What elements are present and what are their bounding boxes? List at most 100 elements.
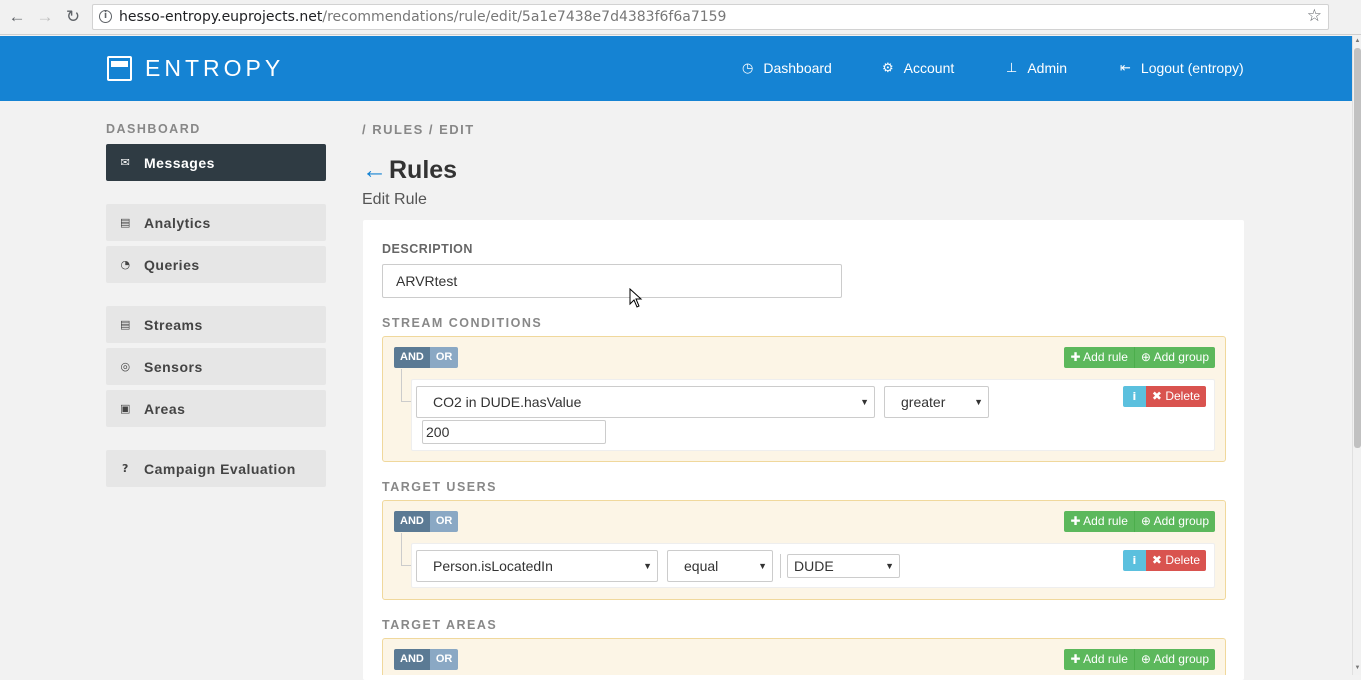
browser-toolbar: ← → ↻ i hesso-entropy.euprojects.net/rec… [0,0,1361,35]
target-icon: ◎ [120,360,131,373]
target-users-label: TARGET USERS [382,480,497,494]
nav-dashboard-link[interactable]: ◷ Dashboard [742,60,832,76]
logo-text: ENTROPY [145,55,285,81]
description-input[interactable]: ARVRtest [382,264,842,298]
stream-value-input[interactable]: 200 [422,420,606,444]
mouse-cursor-icon [629,288,643,308]
info-icon[interactable]: i [1122,386,1146,407]
and-button[interactable]: AND [394,511,430,532]
chevron-down-icon: ▼ [860,397,869,407]
group-actions: ✚ Add rule ⊕ Add group [1064,347,1215,368]
value-separator [780,554,781,578]
envelope-icon: ✉ [120,156,131,169]
logout-icon: ⇤ [1120,60,1131,76]
and-button[interactable]: AND [394,649,430,670]
delete-rule-button[interactable]: ✖ Delete [1145,386,1206,407]
sidebar-item-campaign-evaluation[interactable]: ? Campaign Evaluation [106,450,326,487]
sidebar-item-streams[interactable]: ▤ Streams [106,306,326,343]
add-group-button[interactable]: ⊕ Add group [1134,347,1215,368]
nav-admin-label: Admin [1027,60,1068,76]
sidebar-item-analytics[interactable]: ▤ Analytics [106,204,326,241]
delete-rule-button[interactable]: ✖ Delete [1145,550,1206,571]
pin-icon: ⊥ [1006,60,1018,76]
sidebar-item-queries[interactable]: ◔ Queries [106,246,326,283]
bar-chart-icon: ▤ [120,216,131,229]
rule-actions: i ✖ Delete [1122,550,1206,571]
and-or-toggle: AND OR [394,649,459,670]
description-label: DESCRIPTION [382,242,473,256]
back-arrow-icon[interactable]: ← [6,6,28,28]
app-header: ENTROPY ◷ Dashboard ⚙ Account ⊥ Admin ⇤ … [0,36,1352,101]
sidebar-item-label: Messages [144,154,215,171]
users-rule-row: Person.isLocatedIn ▼ equal ▼ DUDE ▼ i ✖ Del… [411,543,1215,588]
and-button[interactable]: AND [394,347,430,368]
stream-conditions-group: AND OR ✚ Add rule ⊕ Add group CO2 in DUD… [382,336,1226,462]
target-areas-label: TARGET AREAS [382,618,498,632]
pie-chart-icon: ◔ [120,258,131,271]
nav-dashboard-label: Dashboard [763,60,832,76]
logo-icon [107,56,132,81]
group-actions: ✚ Add rule ⊕ Add group [1064,649,1215,670]
nav-account-link[interactable]: ⚙ Account [882,60,954,76]
stream-operator-select[interactable]: greater ▼ [884,386,989,418]
info-icon[interactable]: i [1122,550,1146,571]
breadcrumb: / RULES / EDIT [362,122,475,137]
forward-arrow-icon[interactable]: → [34,6,56,28]
target-users-group: AND OR ✚ Add rule ⊕ Add group Person.isL… [382,500,1226,600]
image-icon: ▣ [120,402,131,415]
sidebar-item-label: Sensors [144,358,203,375]
stream-conditions-label: STREAM CONDITIONS [382,316,543,330]
sidebar-item-messages[interactable]: ✉ Messages [106,144,326,181]
back-arrow-link[interactable]: ← [362,156,387,184]
users-value-select[interactable]: DUDE ▼ [787,554,900,578]
or-button[interactable]: OR [429,649,459,670]
chevron-down-icon: ▼ [974,397,983,407]
gear-icon: ⚙ [882,60,894,76]
stream-field-select[interactable]: CO2 in DUDE.hasValue ▼ [416,386,875,418]
add-group-button[interactable]: ⊕ Add group [1134,511,1215,532]
address-bar[interactable]: i hesso-entropy.euprojects.net/recommend… [92,4,1329,30]
rule-actions: i ✖ Delete [1122,386,1206,407]
scroll-up-icon[interactable]: ▲ [1354,38,1361,46]
and-or-toggle: AND OR [394,347,459,368]
nav-logout-label: Logout (entropy) [1140,60,1244,76]
target-areas-group: AND OR ✚ Add rule ⊕ Add group [382,638,1226,675]
group-actions: ✚ Add rule ⊕ Add group [1064,511,1215,532]
add-rule-button[interactable]: ✚ Add rule [1064,347,1135,368]
sidebar-heading: DASHBOARD [106,122,201,136]
question-icon: ? [122,462,129,475]
sidebar-item-label: Queries [144,256,200,273]
page-title: ←Rules [362,156,457,185]
scroll-down-icon[interactable]: ▼ [1354,665,1361,673]
chevron-down-icon: ▼ [758,561,767,571]
bookmark-star-icon[interactable]: ☆ [1307,6,1322,26]
users-field-select[interactable]: Person.isLocatedIn ▼ [416,550,658,582]
tree-connector [401,533,411,566]
add-rule-button[interactable]: ✚ Add rule [1064,511,1135,532]
sidebar-item-sensors[interactable]: ◎ Sensors [106,348,326,385]
sidebar-item-label: Streams [144,316,203,333]
nav-admin-link[interactable]: ⊥ Admin [1006,60,1067,76]
page-subtitle: Edit Rule [362,191,427,208]
sidebar-item-label: Areas [144,400,186,417]
site-info-icon[interactable]: i [99,10,112,23]
add-group-button[interactable]: ⊕ Add group [1134,649,1215,670]
tree-connector [401,369,411,402]
stream-rule-row: CO2 in DUDE.hasValue ▼ greater ▼ 200 i ✖ D… [411,379,1215,451]
or-button[interactable]: OR [429,511,459,532]
chevron-down-icon: ▼ [885,561,894,571]
nav-account-label: Account [903,60,955,76]
page-scrollbar[interactable]: ▲ ▼ [1352,36,1361,675]
reload-icon[interactable]: ↻ [62,6,84,28]
add-rule-button[interactable]: ✚ Add rule [1064,649,1135,670]
sidebar-item-label: Campaign Evaluation [144,460,296,477]
or-button[interactable]: OR [429,347,459,368]
page-title-text: Rules [389,156,458,184]
dashboard-icon: ◷ [742,60,754,76]
nav-logout-link[interactable]: ⇤ Logout (entropy) [1120,60,1244,76]
sidebar-item-label: Analytics [144,214,211,231]
users-operator-select[interactable]: equal ▼ [667,550,773,582]
sidebar-item-areas[interactable]: ▣ Areas [106,390,326,427]
scroll-thumb[interactable] [1354,48,1361,448]
chevron-down-icon: ▼ [643,561,652,571]
